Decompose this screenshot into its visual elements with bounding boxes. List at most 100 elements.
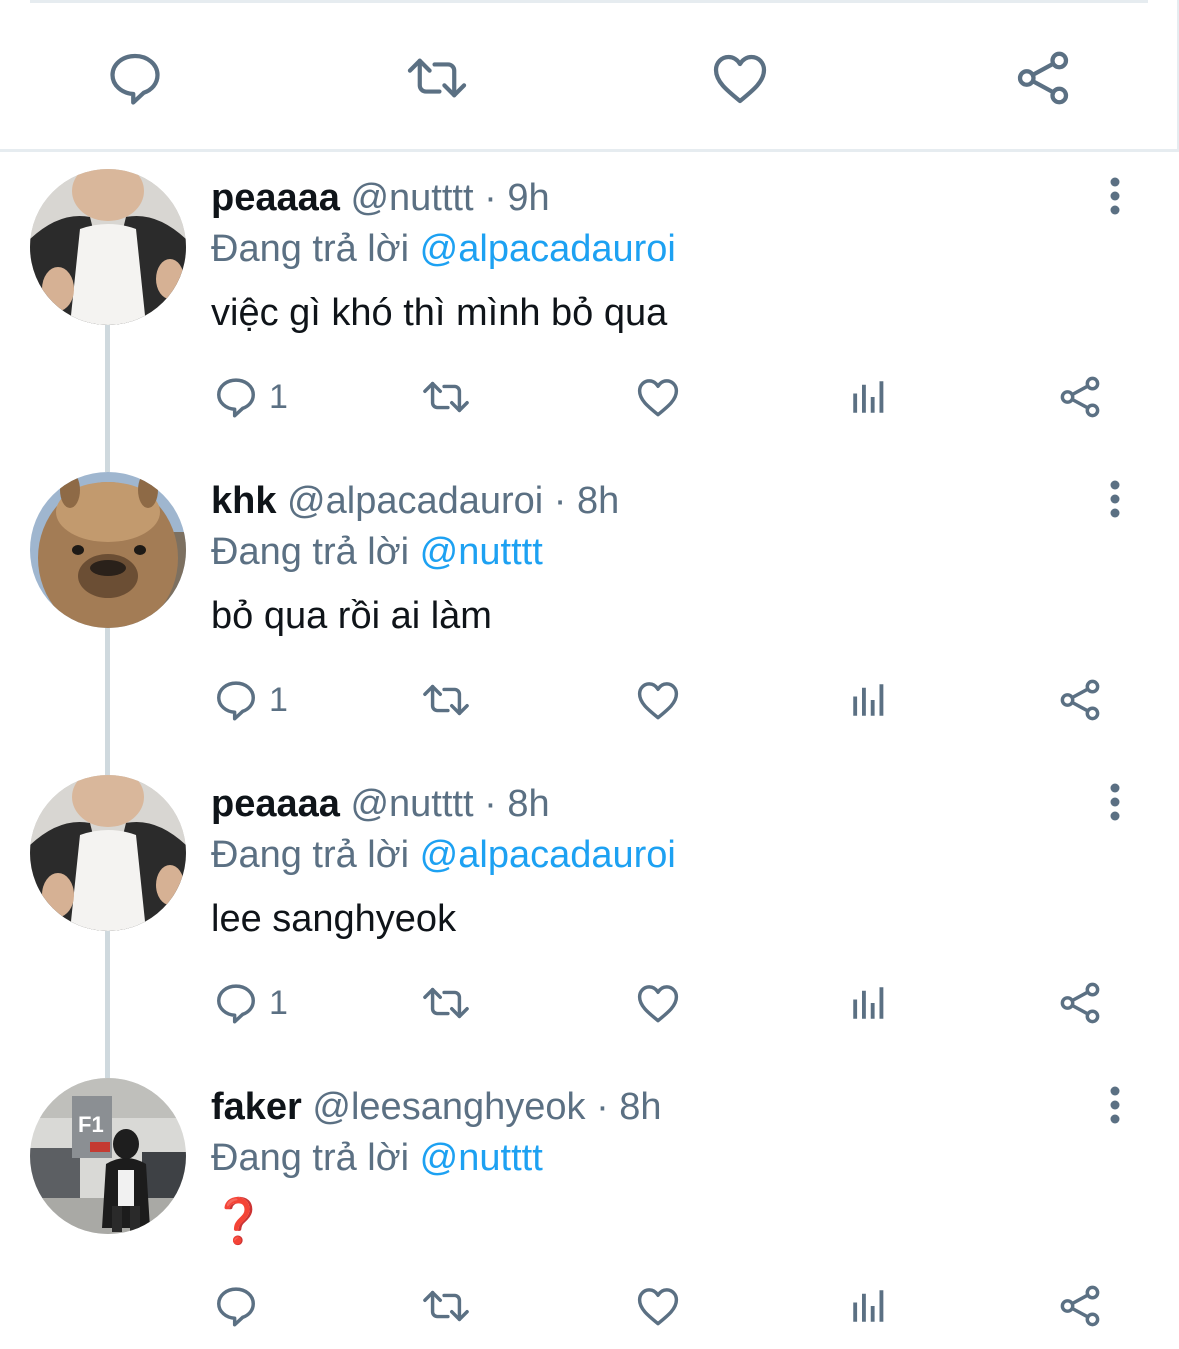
share-icon xyxy=(1060,376,1100,418)
thread-connector xyxy=(105,455,110,472)
analytics-icon xyxy=(853,1290,884,1322)
display-name[interactable]: peaaaa xyxy=(211,783,340,825)
replying-to-label: Đang trả lời xyxy=(211,834,410,876)
main-share-button[interactable] xyxy=(1011,46,1075,110)
more-options-button[interactable] xyxy=(1100,477,1130,521)
tweet-action-bar xyxy=(0,1281,1179,1331)
timestamp[interactable]: 8h xyxy=(577,480,619,522)
share-button[interactable] xyxy=(1057,372,1103,422)
avatar[interactable] xyxy=(30,775,186,931)
replying-to-label: Đang trả lời xyxy=(211,228,410,270)
reply-mention-link[interactable]: @alpacadauroi xyxy=(420,228,676,270)
reply-count: 1 xyxy=(269,377,288,416)
reply-thread: peaaaa @nutttt · 9h Đang trả lời @alpaca… xyxy=(0,152,1179,1349)
like-button[interactable] xyxy=(635,978,681,1028)
like-button[interactable] xyxy=(635,372,681,422)
retweet-icon xyxy=(423,381,469,413)
reply-tweet[interactable]: F1 faker @leesanghyeok · 8h Đang trả lời… xyxy=(0,1061,1179,1349)
comment-icon xyxy=(217,1287,255,1327)
analytics-icon xyxy=(853,684,884,716)
tweet-header: khk @alpacadauroi · 8h xyxy=(211,477,619,525)
separator: · xyxy=(596,1086,609,1128)
replying-to: Đang trả lời @alpacadauroi xyxy=(211,831,676,879)
display-name[interactable]: faker xyxy=(211,1086,302,1128)
like-button[interactable] xyxy=(635,1281,681,1331)
retweet-button[interactable] xyxy=(420,978,472,1028)
retweet-button[interactable] xyxy=(420,675,472,725)
reply-count: 1 xyxy=(269,680,288,719)
user-handle[interactable]: @leesanghyeok xyxy=(312,1086,585,1128)
replying-to-label: Đang trả lời xyxy=(211,1137,410,1179)
replying-to: Đang trả lời @alpacadauroi xyxy=(211,225,676,273)
timestamp[interactable]: 8h xyxy=(507,783,549,825)
reply-mention-link[interactable]: @nutttt xyxy=(420,1137,543,1179)
share-icon xyxy=(1060,679,1100,721)
timestamp[interactable]: 8h xyxy=(619,1086,661,1128)
main-like-button[interactable] xyxy=(708,46,772,110)
separator: · xyxy=(484,177,497,219)
tweet-text: ❓ xyxy=(211,1197,266,1246)
user-handle[interactable]: @nutttt xyxy=(350,783,473,825)
like-icon xyxy=(637,379,679,417)
tweet-action-bar: 1 xyxy=(0,978,1179,1028)
reply-count: 1 xyxy=(269,983,288,1022)
reply-mention-link[interactable]: @alpacadauroi xyxy=(420,834,676,876)
reply-button[interactable]: 1 xyxy=(213,978,288,1028)
comment-icon xyxy=(217,984,255,1024)
more-options-button[interactable] xyxy=(1100,174,1130,218)
user-handle[interactable]: @nutttt xyxy=(350,177,473,219)
reply-tweet[interactable]: peaaaa @nutttt · 9h Đang trả lời @alpaca… xyxy=(0,152,1179,455)
retweet-icon xyxy=(423,684,469,716)
reply-mention-link[interactable]: @nutttt xyxy=(420,531,543,573)
replying-to: Đang trả lời @nutttt xyxy=(211,1134,543,1182)
analytics-icon xyxy=(853,381,884,413)
tweet-header: peaaaa @nutttt · 9h xyxy=(211,174,550,222)
retweet-button[interactable] xyxy=(420,1281,472,1331)
analytics-button[interactable] xyxy=(848,1281,890,1331)
analytics-button[interactable] xyxy=(848,675,890,725)
like-icon xyxy=(637,985,679,1023)
more-vertical-icon xyxy=(1110,1086,1120,1124)
replying-to-label: Đang trả lời xyxy=(211,531,410,573)
more-vertical-icon xyxy=(1110,177,1120,215)
share-icon xyxy=(1017,51,1069,105)
analytics-button[interactable] xyxy=(848,978,890,1028)
separator: · xyxy=(484,783,497,825)
share-icon xyxy=(1060,982,1100,1024)
comment-icon xyxy=(217,681,255,721)
reply-button[interactable] xyxy=(213,1281,269,1331)
main-tweet-action-bar xyxy=(0,0,1179,152)
share-button[interactable] xyxy=(1057,978,1103,1028)
thread-connector xyxy=(105,758,110,775)
comment-icon xyxy=(217,378,255,418)
share-button[interactable] xyxy=(1057,675,1103,725)
reply-tweet[interactable]: khk @alpacadauroi · 8h Đang trả lời @nut… xyxy=(0,455,1179,758)
user-handle[interactable]: @alpacadauroi xyxy=(287,480,543,522)
tweet-action-bar: 1 xyxy=(0,372,1179,422)
analytics-button[interactable] xyxy=(848,372,890,422)
reply-button[interactable]: 1 xyxy=(213,675,288,725)
avatar[interactable]: F1 xyxy=(30,1078,186,1234)
tweet-text: việc gì khó thì mình bỏ qua xyxy=(211,292,668,334)
retweet-button[interactable] xyxy=(420,372,472,422)
tweet-header: faker @leesanghyeok · 8h xyxy=(211,1083,662,1131)
thread-connector xyxy=(105,1061,110,1078)
reply-button[interactable]: 1 xyxy=(213,372,288,422)
main-reply-button[interactable] xyxy=(103,46,167,110)
display-name[interactable]: peaaaa xyxy=(211,177,340,219)
separator: · xyxy=(553,480,567,522)
like-button[interactable] xyxy=(635,675,681,725)
more-options-button[interactable] xyxy=(1100,1083,1130,1127)
avatar[interactable] xyxy=(30,169,186,325)
like-icon xyxy=(637,1288,679,1326)
main-retweet-button[interactable] xyxy=(405,46,469,110)
display-name[interactable]: khk xyxy=(211,480,276,522)
timestamp[interactable]: 9h xyxy=(507,177,549,219)
more-options-button[interactable] xyxy=(1100,780,1130,824)
retweet-icon xyxy=(423,1290,469,1322)
comment-icon xyxy=(110,53,160,105)
reply-tweet[interactable]: peaaaa @nutttt · 8h Đang trả lời @alpaca… xyxy=(0,758,1179,1061)
avatar[interactable] xyxy=(30,472,186,628)
share-button[interactable] xyxy=(1057,1281,1103,1331)
tweet-action-bar: 1 xyxy=(0,675,1179,725)
